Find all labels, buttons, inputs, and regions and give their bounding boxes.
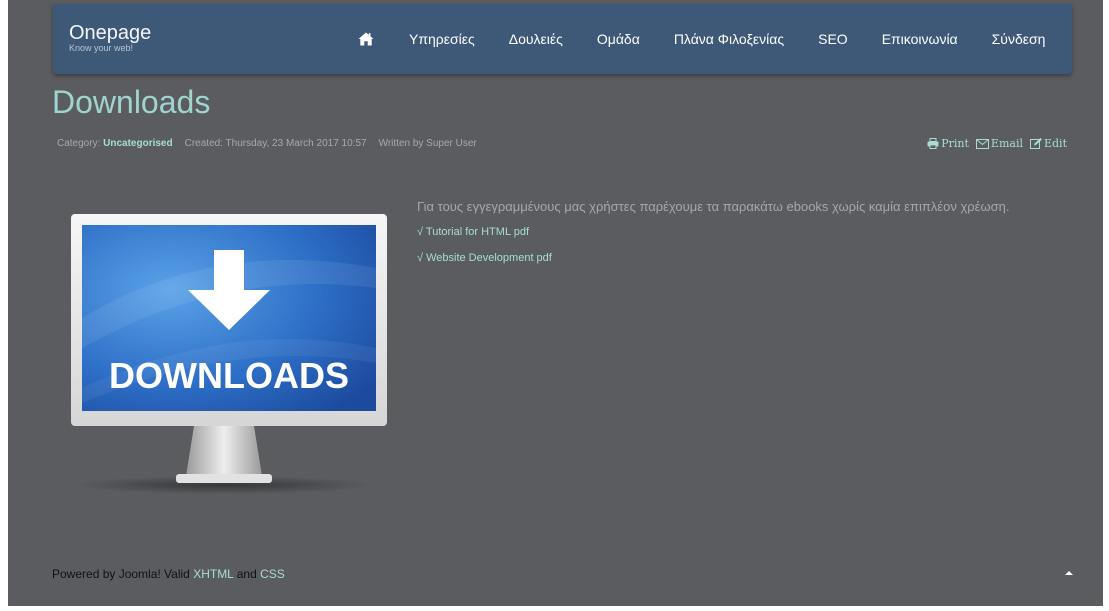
download-link-website-development[interactable]: √ Website Development pdf: [417, 252, 552, 278]
home-icon: [358, 32, 374, 46]
brand-logo[interactable]: Onepage Know your web!: [69, 22, 151, 53]
downloads-image-text: DOWNLOADS: [109, 355, 349, 396]
nav-item-team[interactable]: Ομάδα: [580, 4, 657, 74]
created-date: Created: Thursday, 23 March 2017 10:57: [184, 138, 367, 149]
nav-item-login[interactable]: Σύνδεση: [975, 4, 1063, 74]
print-label: Print: [941, 137, 969, 150]
author: Written by Super User: [378, 138, 477, 149]
nav-item-seo[interactable]: SEO: [801, 4, 865, 74]
nav-item-hosting-plans[interactable]: Πλάνα Φιλοξενίας: [657, 4, 801, 74]
footer-credits: Powered by Joomla! Valid XHTML and CSS: [52, 567, 285, 581]
download-links: √ Tutorial for HTML pdf √ Website Develo…: [417, 226, 552, 278]
article-actions: Print Email Edit: [927, 137, 1067, 150]
article-meta: Category: Uncategorised Created: Thursday…: [57, 138, 477, 149]
top-navbar: Onepage Know your web! Υπηρεσίες Δουλειέ…: [53, 4, 1072, 74]
nav-item-contact[interactable]: Επικοινωνία: [865, 4, 975, 74]
email-button[interactable]: Email: [975, 137, 1023, 150]
footer-prefix: Powered by Joomla! Valid: [52, 567, 194, 581]
email-icon: [975, 138, 989, 149]
download-link-html-tutorial[interactable]: √ Tutorial for HTML pdf: [417, 226, 552, 252]
print-icon: [927, 138, 939, 149]
brand-name: Onepage: [69, 22, 152, 44]
page-title: Downloads: [52, 84, 211, 120]
print-button[interactable]: Print: [927, 137, 969, 150]
downloads-monitor-image: DOWNLOADS: [71, 214, 387, 494]
category-link[interactable]: Uncategorised: [103, 138, 172, 149]
footer-link-xhtml[interactable]: XHTML: [193, 567, 233, 581]
category-label: Category:: [57, 138, 101, 149]
edit-label: Edit: [1043, 137, 1067, 150]
nav-home[interactable]: [340, 4, 392, 74]
intro-text: Για τους εγγεγραμμένους μας χρήστες παρέ…: [417, 199, 1010, 214]
footer-middle: and: [233, 567, 261, 581]
brand-tagline: Know your web!: [69, 43, 134, 53]
footer-link-css[interactable]: CSS: [260, 567, 285, 581]
nav-item-works[interactable]: Δουλειές: [492, 4, 580, 74]
back-to-top-icon[interactable]: [1062, 566, 1076, 580]
edit-button[interactable]: Edit: [1029, 137, 1067, 150]
page-frame: Onepage Know your web! Υπηρεσίες Δουλειέ…: [8, 0, 1103, 606]
edit-icon: [1029, 138, 1042, 149]
nav-item-services[interactable]: Υπηρεσίες: [392, 4, 492, 74]
email-label: Email: [990, 137, 1023, 150]
main-menu: Υπηρεσίες Δουλειές Ομάδα Πλάνα Φιλοξενία…: [340, 4, 1062, 74]
